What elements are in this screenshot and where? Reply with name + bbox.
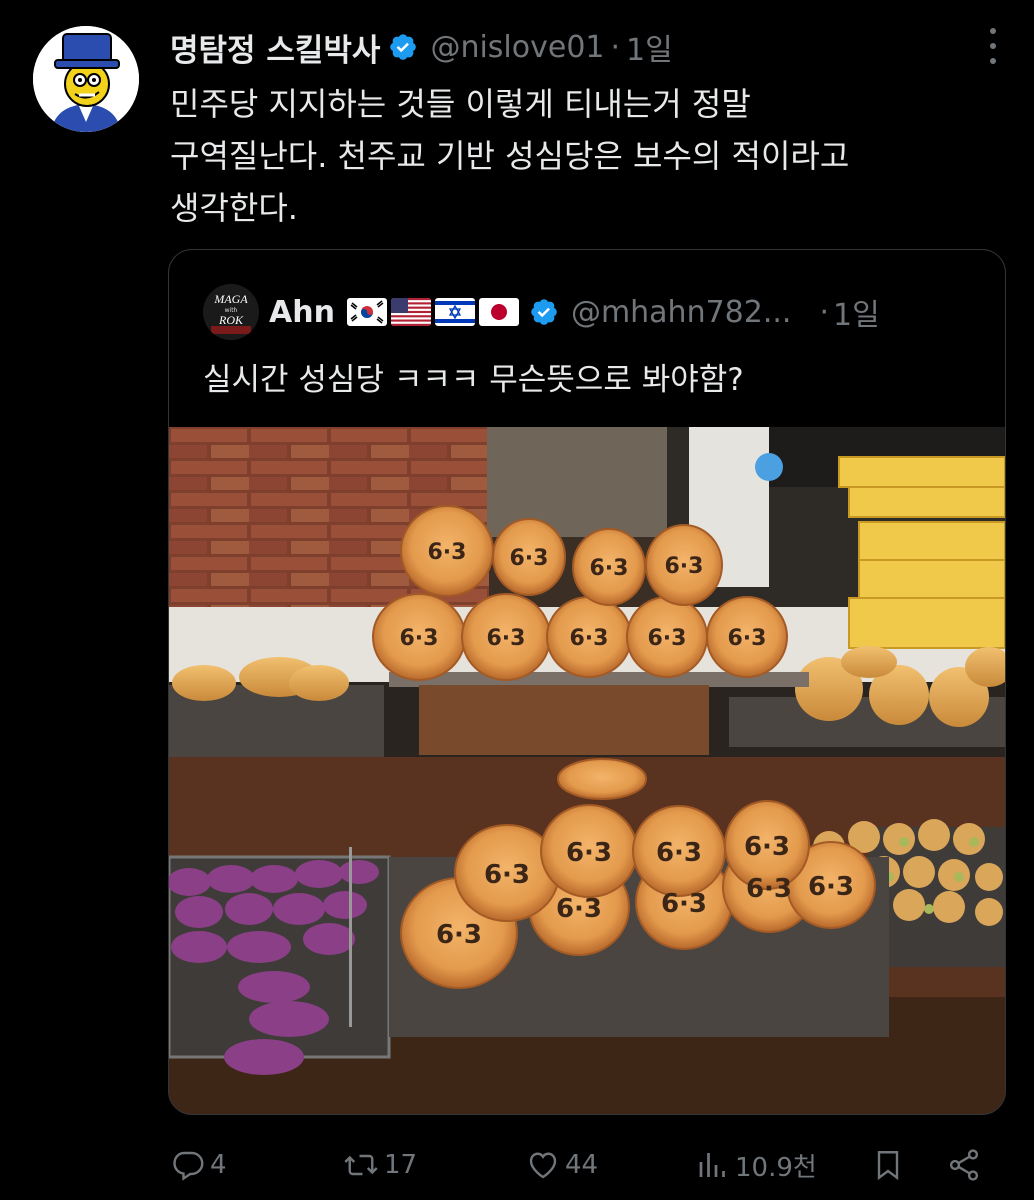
quoted-separator: · [819,294,830,330]
avatar-text-bot: ROK [218,313,244,327]
bread-stamp: 6·3 [648,626,687,651]
retweet-count: 17 [384,1150,418,1180]
like-button[interactable]: 44 [525,1140,598,1190]
japan-flag [478,298,519,326]
action-bar: 4 17 44 10.9천 [170,1140,990,1190]
flag-list [346,298,519,326]
bread-stamp: 6·3 [656,838,702,868]
bookmark-button[interactable] [870,1140,906,1190]
tweet-header: 명탐정 스킬박사 @nislove01 · 1일 [170,24,1010,70]
like-icon [529,1152,557,1179]
bread-stamp: 6·3 [570,626,609,651]
reply-count: 4 [210,1150,227,1180]
quoted-verified-icon [531,299,557,325]
bookmark-icon [877,1151,899,1181]
quoted-tweet-text: 실시간 성심당 ㅋㅋㅋ 무슨뜻으로 봐야함? [203,362,744,398]
avatar-text-top: MAGA [213,292,248,306]
share-button[interactable] [946,1140,982,1190]
tweet-text: 민주당 지지하는 것들 이렇게 티내는거 정말 구역질난다. 천주교 기반 성심… [170,85,850,227]
like-count: 44 [565,1150,599,1180]
bread-stamp: 6·3 [487,626,526,651]
bread-stamp: 6·3 [661,889,707,919]
israel-flag [434,298,475,326]
views-count: 10.9천 [735,1152,817,1183]
quoted-tweet-header: MAGA with ROK Ahn @mhahn782... · 1일 [203,284,975,340]
views-icon [699,1153,725,1177]
quoted-avatar[interactable]: MAGA with ROK [203,284,259,340]
reply-button[interactable]: 4 [170,1140,227,1190]
author-handle[interactable]: @nislove01 [430,30,604,65]
more-icon[interactable] [978,28,1008,64]
bread-stamp: 6·3 [665,554,704,579]
quoted-tweet[interactable]: MAGA with ROK Ahn @mhahn782... · 1일 실시간 … [168,249,1006,1115]
bread-stamp: 6·3 [556,894,602,924]
bread-stamp: 6·3 [484,860,530,890]
timestamp[interactable]: 1일 [626,25,673,69]
retweet-icon [344,1154,378,1176]
views-button[interactable]: 10.9천 [695,1140,817,1190]
share-icon [949,1149,979,1181]
quoted-photo[interactable]: 6·3 6·3 6·3 6·3 6·3 6·3 6·3 6·3 6·3 6·3 … [169,427,1005,1114]
author-name[interactable]: 명탐정 스킬박사 [170,25,380,70]
bread-stamp: 6·3 [400,626,439,651]
bread-stamp: 6·3 [566,838,612,868]
bread-stamp: 6·3 [436,920,482,950]
retweet-button[interactable]: 17 [342,1140,417,1190]
bread-stamp: 6·3 [808,872,854,902]
quoted-timestamp[interactable]: 1일 [833,290,880,334]
bread-stamp: 6·3 [744,832,790,862]
south-korea-flag [346,298,387,326]
bread-stamp: 6·3 [728,626,767,651]
bread-stamp: 6·3 [510,546,549,571]
bread-stamp: 6·3 [428,540,467,565]
usa-flag [390,298,431,326]
separator: · [610,29,621,65]
quoted-author-handle[interactable]: @mhahn782... [571,295,792,330]
quoted-author-name[interactable]: Ahn [269,295,335,330]
verified-icon [390,34,417,60]
bread-stamp: 6·3 [746,874,792,904]
reply-icon [173,1151,204,1181]
avatar[interactable] [33,26,139,132]
bread-stamp: 6·3 [590,556,629,581]
